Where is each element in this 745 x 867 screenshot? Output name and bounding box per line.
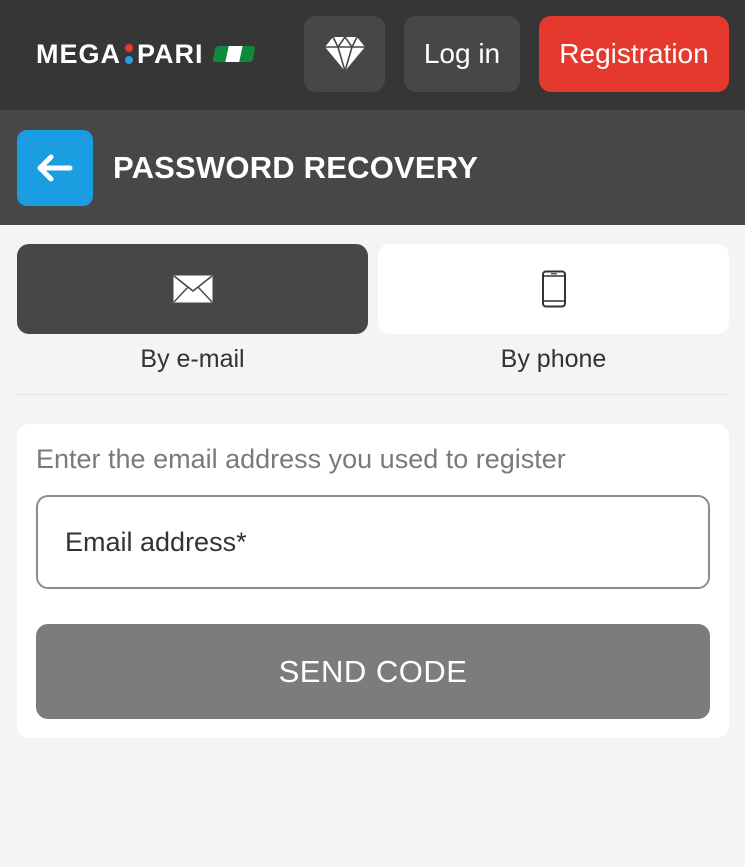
envelope-icon [172, 275, 213, 303]
send-code-button[interactable]: SEND CODE [36, 624, 710, 719]
nigeria-flag-icon [211, 46, 256, 62]
page-title: PASSWORD RECOVERY [113, 150, 479, 185]
form-instruction: Enter the email address you used to regi… [36, 444, 566, 474]
login-button[interactable]: Log in [404, 16, 520, 92]
email-field[interactable] [36, 495, 710, 589]
tab-label-email: By e-mail [140, 345, 245, 373]
diamond-icon [324, 35, 365, 73]
smartphone-icon [541, 270, 566, 308]
top-header: MEGA PARI Log in Registration [0, 0, 745, 110]
tab-label-phone: By phone [500, 345, 607, 373]
divider [17, 394, 729, 395]
tab-by-email[interactable] [17, 244, 368, 334]
logo-text-left: MEGA [36, 38, 121, 69]
arrow-left-icon [37, 154, 73, 182]
registration-button[interactable]: Registration [539, 16, 729, 92]
page-header: PASSWORD RECOVERY [0, 110, 745, 225]
vip-diamond-button[interactable] [304, 16, 385, 92]
logo-text-right: PARI [137, 38, 204, 69]
logo-colon-icon [125, 44, 133, 64]
recovery-form-card: Enter the email address you used to regi… [17, 424, 729, 738]
back-button[interactable] [17, 130, 93, 206]
megapari-logo[interactable]: MEGA PARI [36, 38, 256, 69]
tab-by-phone[interactable] [378, 244, 729, 334]
